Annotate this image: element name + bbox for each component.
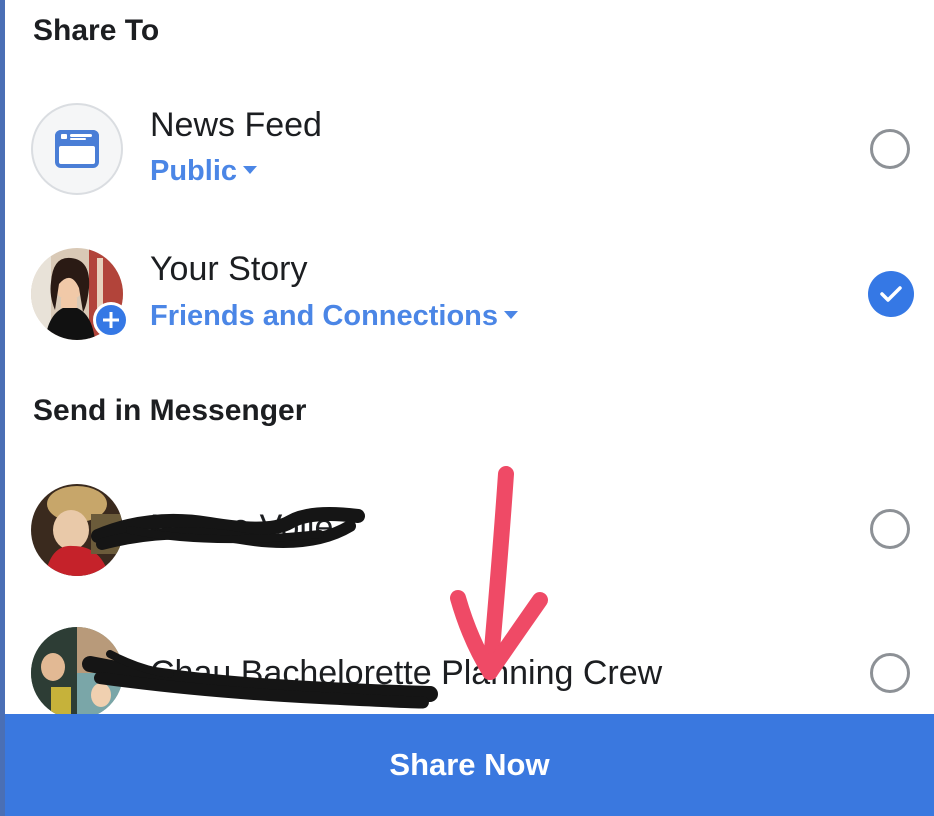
share-now-label: Share Now <box>389 747 550 782</box>
your-story-radio-checked[interactable] <box>868 271 914 317</box>
contact-name: Nanae Volle <box>150 508 334 546</box>
group-photo <box>31 627 123 714</box>
your-story-option[interactable]: Your Story Friends and Connections <box>0 244 934 354</box>
caret-down-icon <box>243 166 258 175</box>
share-to-heading: Share To <box>33 14 160 47</box>
add-plus-icon <box>103 312 119 328</box>
share-now-button[interactable]: Share Now <box>5 714 934 816</box>
news-feed-avatar <box>31 103 123 195</box>
contact-photo <box>31 484 123 576</box>
group-name: Chau Bachelorette Planning Crew <box>150 654 663 692</box>
your-story-audience-selector[interactable]: Friends and Connections <box>150 300 519 333</box>
messenger-contact-row[interactable]: Chau Bachelorette Planning Crew <box>0 622 934 714</box>
your-story-audience-label: Friends and Connections <box>150 300 499 332</box>
group-radio[interactable] <box>870 653 910 693</box>
checkmark-icon <box>880 286 902 302</box>
group-avatar <box>31 627 123 714</box>
caret-down-icon <box>504 311 519 320</box>
news-feed-audience-selector[interactable]: Public <box>150 155 258 188</box>
news-feed-icon <box>55 130 99 168</box>
contact-radio[interactable] <box>870 509 910 549</box>
send-in-messenger-heading: Send in Messenger <box>33 394 307 427</box>
add-to-story-badge <box>93 302 129 338</box>
news-feed-option[interactable]: News Feed Public <box>0 98 934 208</box>
news-feed-radio[interactable] <box>870 129 910 169</box>
your-story-label: Your Story <box>150 250 308 288</box>
news-feed-label: News Feed <box>150 106 322 144</box>
your-story-avatar <box>31 248 129 340</box>
contact-avatar <box>31 484 123 576</box>
messenger-contact-row[interactable]: Nanae Volle <box>0 474 934 584</box>
news-feed-audience-label: Public <box>150 155 238 187</box>
